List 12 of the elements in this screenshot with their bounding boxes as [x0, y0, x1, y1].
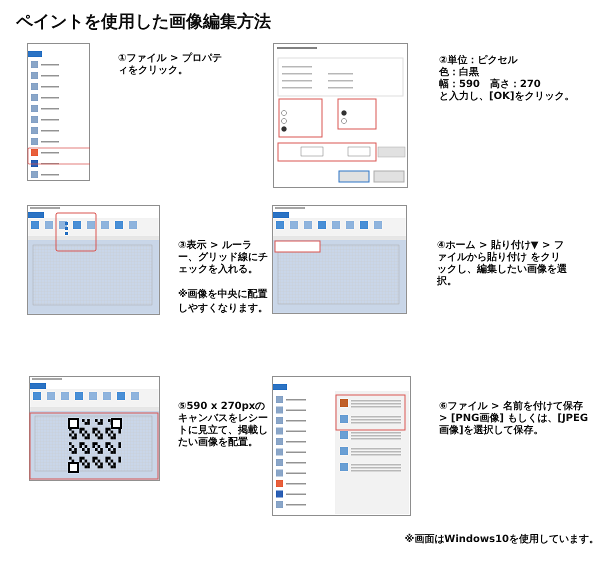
instruction-line: ②単位：ピクセル — [439, 55, 519, 66]
instruction-line: と入力し、[OK]をクリック。 — [439, 91, 576, 103]
step-instruction: ①ファイル > プロパティをクリック。 — [118, 53, 223, 77]
step-instruction: ⑥ファイル > 名前を付けて保存 > [PNG画像] もしくは、[JPEG画像]を選択して保存。 — [439, 401, 589, 437]
step-instruction: ④ホーム > 貼り付け▼ > ファイルから貼り付け をクリックし、編集したい画像を選択。 — [437, 240, 568, 288]
instruction-line: 幅：590 高さ：270 — [439, 79, 542, 90]
instruction-line: 色：白黒 — [439, 67, 480, 78]
step-instruction: ⑤590 x 270pxのキャンバスをレシートに見立て、掲載したい画像を配置。 — [178, 401, 269, 449]
step-instruction: ③表示 > ルーラー、グリッド線にチェックを入れる。 — [178, 240, 269, 276]
step-note: ※画像を中央に配置しやすくなります。 — [178, 288, 269, 316]
page-title: ペイントを使用した画像編集方法 — [16, 11, 272, 34]
footnote: ※画面はWindows10を使用しています。 — [404, 534, 600, 546]
